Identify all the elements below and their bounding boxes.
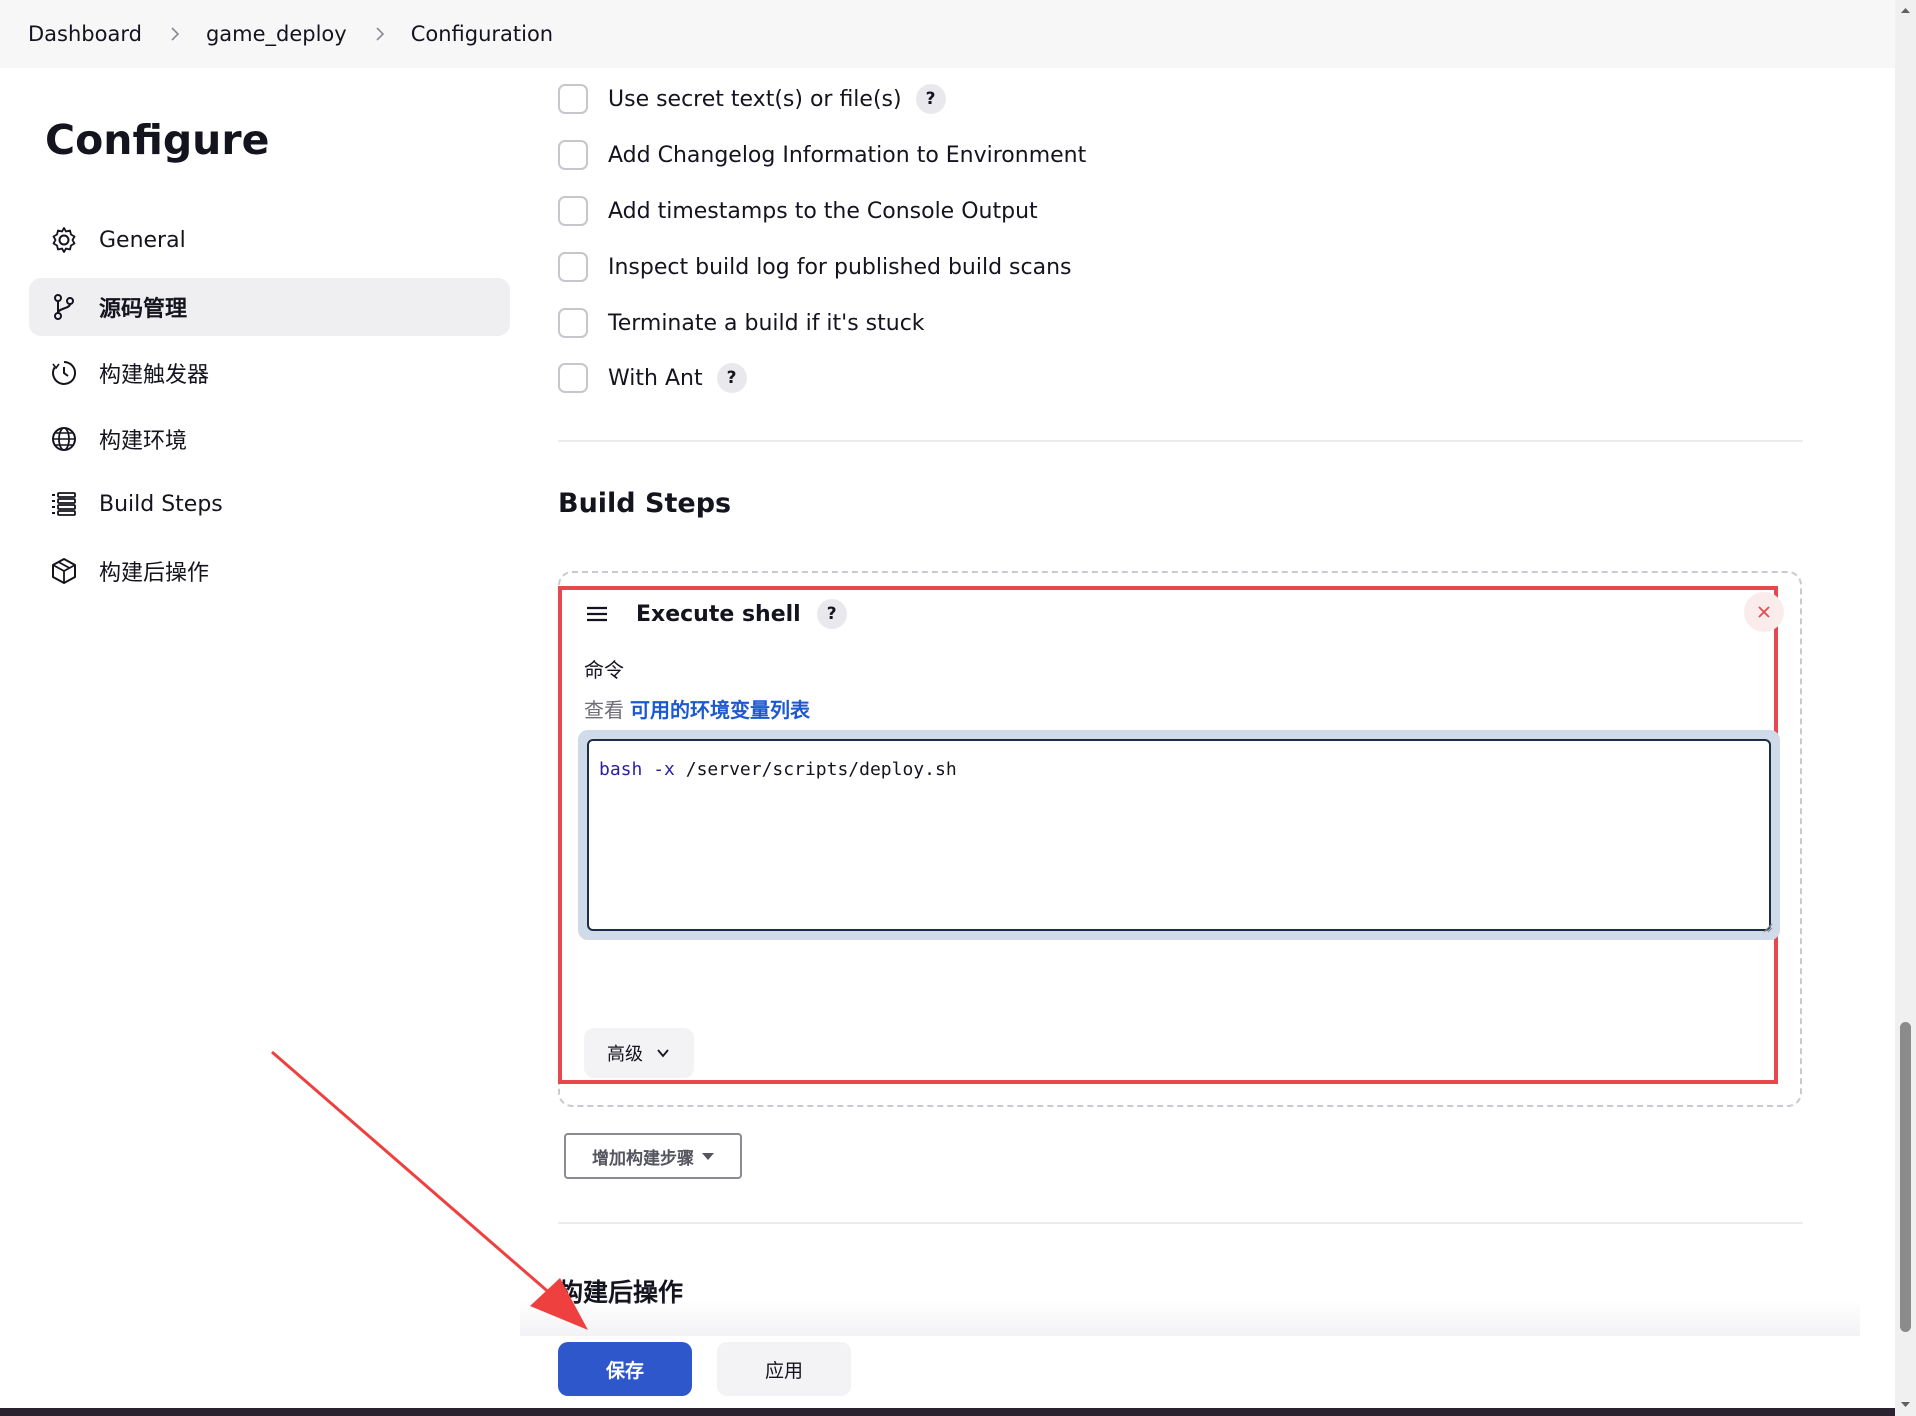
chevron-right-icon	[164, 23, 186, 45]
breadcrumb: Dashboard game_deploy Configuration	[0, 0, 1895, 68]
help-icon[interactable]: ?	[816, 599, 847, 629]
command-label: 命令	[584, 658, 624, 682]
step-header: Execute shell ?	[584, 594, 847, 634]
sidebar-item-build-environment[interactable]: 构建环境	[29, 410, 510, 468]
scroll-up-icon[interactable]	[1899, 4, 1912, 17]
option-label: With Ant	[608, 365, 703, 391]
sidebar-item-general[interactable]: General	[29, 211, 510, 269]
command-flag: -x	[653, 759, 675, 780]
help-icon[interactable]: ?	[915, 84, 946, 114]
sidebar-item-label: General	[99, 227, 186, 253]
section-divider	[558, 1222, 1803, 1224]
advanced-label: 高级	[607, 1044, 643, 1065]
option-label: Terminate a build if it's stuck	[608, 310, 925, 336]
add-build-step-label: 增加构建步骤	[592, 1148, 694, 1169]
build-steps-heading: Build Steps	[558, 488, 732, 519]
delete-step-button[interactable]	[1744, 592, 1784, 632]
step-title: Execute shell	[636, 601, 801, 627]
scroll-down-icon[interactable]	[1899, 1398, 1912, 1411]
sidebar-item-label: Build Steps	[99, 491, 223, 517]
drag-handle-icon[interactable]	[584, 601, 610, 627]
checkbox[interactable]	[558, 308, 588, 338]
save-button[interactable]: 保存	[558, 1342, 692, 1396]
option-label: Use secret text(s) or file(s)	[608, 86, 902, 112]
breadcrumb-configuration[interactable]: Configuration	[411, 22, 553, 46]
env-prefix: 查看	[584, 698, 624, 722]
option-label: Inspect build log for published build sc…	[608, 254, 1072, 280]
checkbox[interactable]	[558, 363, 588, 393]
sidebar-item-post-build[interactable]: 构建后操作	[29, 542, 510, 600]
sidebar-item-build-triggers[interactable]: 构建触发器	[29, 344, 510, 402]
scroll-thumb[interactable]	[1900, 1022, 1911, 1332]
option-inspect-build-log: Inspect build log for published build sc…	[558, 247, 1072, 287]
env-vars-link[interactable]: 可用的环境变量列表	[630, 698, 810, 722]
dropdown-caret-icon	[702, 1152, 714, 1160]
command-editor-frame: bash -x /server/scripts/deploy.sh	[578, 730, 1780, 940]
section-divider	[558, 440, 1803, 442]
resize-handle-icon[interactable]	[1761, 921, 1773, 933]
sidebar-item-build-steps[interactable]: Build Steps	[29, 475, 510, 533]
command-path: /server/scripts/deploy.sh	[685, 759, 957, 780]
command-keyword: bash	[599, 759, 643, 780]
checkbox[interactable]	[558, 196, 588, 226]
sidebar-item-source-control[interactable]: 源码管理	[29, 278, 510, 336]
add-build-step-button[interactable]: 增加构建步骤	[564, 1133, 742, 1179]
git-branch-icon	[49, 292, 79, 322]
help-icon[interactable]: ?	[716, 363, 747, 393]
option-changelog: Add Changelog Information to Environment	[558, 135, 1086, 175]
sidebar-item-label: 构建环境	[99, 429, 188, 454]
chevron-down-icon	[657, 1049, 669, 1058]
sidebar-item-label: 构建触发器	[99, 363, 210, 388]
sidebar-item-label: 源码管理	[99, 297, 188, 322]
command-textarea[interactable]: bash -x /server/scripts/deploy.sh	[587, 739, 1771, 931]
window-bottom-edge	[0, 1408, 1895, 1416]
close-icon	[1758, 606, 1770, 618]
advanced-button[interactable]: 高级	[584, 1028, 694, 1078]
gear-icon	[49, 225, 79, 255]
option-terminate-stuck: Terminate a build if it's stuck	[558, 303, 925, 343]
apply-button[interactable]: 应用	[717, 1342, 851, 1396]
option-label: Add Changelog Information to Environment	[608, 142, 1087, 168]
option-label: Add timestamps to the Console Output	[608, 198, 1038, 224]
page-title: Configure	[45, 116, 270, 164]
scrollbar[interactable]	[1895, 0, 1916, 1416]
list-icon	[49, 489, 79, 519]
breadcrumb-dashboard[interactable]: Dashboard	[28, 22, 142, 46]
action-bar-shadow	[520, 1300, 1860, 1336]
checkbox[interactable]	[558, 252, 588, 282]
checkbox[interactable]	[558, 140, 588, 170]
timer-icon	[49, 358, 79, 388]
option-with-ant: With Ant ?	[558, 358, 747, 398]
globe-icon	[49, 424, 79, 454]
chevron-right-icon	[369, 23, 391, 45]
checkbox[interactable]	[558, 84, 588, 114]
option-secret-text: Use secret text(s) or file(s) ?	[558, 79, 946, 119]
env-vars-line: 查看 可用的环境变量列表	[584, 694, 810, 723]
breadcrumb-game-deploy[interactable]: game_deploy	[206, 22, 347, 46]
sidebar-item-label: 构建后操作	[99, 561, 210, 586]
package-icon	[49, 556, 79, 586]
option-timestamps: Add timestamps to the Console Output	[558, 191, 1038, 231]
